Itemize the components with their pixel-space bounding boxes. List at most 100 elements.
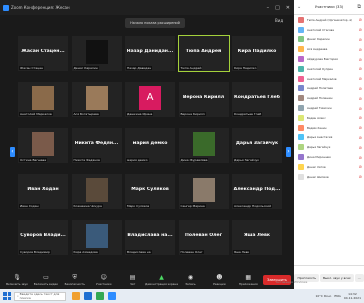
participant-row-name: Андрей Полешин <box>307 96 333 101</box>
chat-button[interactable]: ▤ Чат <box>119 274 147 286</box>
chat-icon: ▤ <box>129 273 136 281</box>
maximize-icon[interactable]: □ <box>275 5 280 11</box>
participant-tile[interactable]: Дина Журавлёва <box>178 128 229 163</box>
participant-tile[interactable]: Кира Падилко Кира Падилко <box>232 36 282 71</box>
mute-all-button[interactable]: Выкл. звук у всех <box>319 273 354 282</box>
participant-row[interactable]: Анатолий Стасова ⊘ <box>294 25 364 35</box>
participant-row-name: Дина Мирошник <box>307 155 332 160</box>
participant-label: Владислава на <box>126 250 152 254</box>
participant-tile[interactable]: Остина Вагшава <box>18 128 68 163</box>
participant-tile[interactable]: мария демко мария демко <box>125 128 175 163</box>
clock-date[interactable]: 04.11.2021 <box>344 296 361 300</box>
participant-tile[interactable]: Яша Левк Яша Левк <box>232 220 282 255</box>
avatar <box>298 114 304 121</box>
participants-button[interactable]: ☺ Участники <box>90 274 118 286</box>
zoom-taskbar-icon[interactable] <box>108 292 116 300</box>
participant-video <box>85 40 108 64</box>
chevron-down-icon[interactable]: ⌄ <box>297 4 301 10</box>
participant-name: Кира Падилко <box>237 49 277 54</box>
participant-row[interactable]: Анатолий Куприн ⊘ <box>294 64 364 74</box>
taskbar-search-input[interactable]: ⌕ Введите здесь текст для поиска <box>14 291 66 301</box>
prev-page-arrow-icon[interactable]: ‹ <box>10 147 15 157</box>
participant-row[interactable]: Тюпа Андрей (Организатор, я) ⊘ <box>294 15 364 25</box>
participant-tile[interactable]: Верона Кирилл Верона Кирилл <box>178 82 229 117</box>
participant-row[interactable]: Денис Карелин ⊘ <box>294 35 364 45</box>
record-button[interactable]: ◉ Запись <box>176 274 204 286</box>
participant-label: Кондратьев Глеб <box>233 112 263 116</box>
popout-icon[interactable]: ⧉ <box>357 4 361 10</box>
participant-tile[interactable]: Назар Данидан... Назар Давидан <box>125 36 175 71</box>
participant-tile[interactable]: Полеван Олег Полеван Олег <box>178 220 229 255</box>
participant-row[interactable]: Анатолий Маркалов ⊘ <box>294 74 364 84</box>
more-button[interactable]: ... <box>354 273 364 282</box>
file-explorer-icon[interactable] <box>72 292 80 300</box>
participant-row[interactable]: Дарья Загайчук ⊘ <box>294 142 364 152</box>
share-screen-button[interactable]: ▲ Демонстрация экрана <box>145 274 178 286</box>
avatar <box>298 105 304 112</box>
reactions-button[interactable]: ☻ Реакции <box>205 274 233 286</box>
participant-tile[interactable]: Марк Суляков Марк Суляков <box>125 174 175 209</box>
next-page-arrow-icon[interactable]: › <box>286 147 291 157</box>
avatar <box>298 56 304 63</box>
avatar <box>298 16 304 23</box>
participant-row[interactable]: Андрей Тимохин ⊘ <box>294 103 364 113</box>
participant-tile[interactable]: Кира Ахмедова <box>71 220 122 255</box>
participant-row-name: Бадин Алекс <box>307 115 326 120</box>
avatar <box>298 95 304 102</box>
camera-off-icon: ▭ <box>43 273 49 281</box>
edge-browser-icon[interactable] <box>84 292 92 300</box>
participant-tile[interactable]: Александр Под... Александр Подольский <box>232 174 282 209</box>
mic-muted-icon: ⊘ <box>358 66 362 72</box>
participant-row[interactable]: Дарья Анастасия ⊘ <box>294 133 364 143</box>
participant-tile[interactable]: Денис Карелин <box>71 36 122 71</box>
mic-muted-icon: ⊘ <box>358 56 362 62</box>
share-status-pill[interactable]: Начало показа расширений <box>125 18 185 28</box>
participant-tile[interactable]: Жасан Стацен... Жасан Стацен <box>18 36 68 71</box>
weather-text[interactable]: 10°C Ясно <box>315 294 331 298</box>
participant-tile[interactable]: Владислава на... Владислава на <box>125 220 175 255</box>
window-title: Zoom Конференция: Жесан <box>11 5 70 10</box>
security-button[interactable]: ⛨ Безопасность <box>61 274 89 286</box>
windows-start-icon[interactable] <box>3 292 11 300</box>
participant-row[interactable]: Бадин Алекс ⊘ <box>294 113 364 123</box>
participant-row[interactable]: Ася Андреева ⊘ <box>294 44 364 54</box>
participant-tile[interactable]: Тюпа Андрей Тюпа Андрей <box>177 35 230 72</box>
apps-button[interactable]: ▦ Приложения <box>234 274 262 286</box>
participant-tile[interactable]: Ася Богатырева <box>71 82 122 117</box>
view-button[interactable]: Вид <box>275 18 283 23</box>
audio-button[interactable]: 🎙 Включить звук <box>3 274 31 286</box>
windows-activation-watermark: Активация Windows <box>276 280 308 284</box>
participant-tile[interactable]: Кожевина Чичура <box>71 174 122 209</box>
participant-tile[interactable]: Никита Федян... Никита Федянов <box>71 128 122 163</box>
participant-row[interactable]: Андрей Полетаев ⊘ <box>294 84 364 94</box>
avatar <box>298 26 304 33</box>
system-tray: 10°C Ясно ENG 14:32 04.11.2021 <box>315 292 364 300</box>
participant-tile[interactable]: Сенгер Марина <box>178 174 229 209</box>
mic-muted-icon: ⊘ <box>358 95 362 101</box>
participant-label: Марк Суляков <box>126 204 151 208</box>
participant-label: Александр Подольский <box>233 204 273 208</box>
participant-row-name: Ася Андреева <box>307 47 328 52</box>
video-button[interactable]: ▭ Включить видео <box>32 274 60 286</box>
participant-row[interactable]: Денис Хатов ⊘ <box>294 162 364 172</box>
participant-row[interactable]: Андрей Полешин ⊘ <box>294 93 364 103</box>
participant-tile[interactable]: Суворов Влади... Суворов Владимир <box>18 220 68 255</box>
participant-name: Верона Кирилл <box>182 95 225 100</box>
participant-row[interactable]: Айдаурова Виктория ⊘ <box>294 54 364 64</box>
participant-tile[interactable]: Кондратьев Глеб Кондратьев Глеб <box>232 82 282 117</box>
chrome-icon[interactable] <box>96 292 104 300</box>
avatar <box>298 75 304 82</box>
participant-row[interactable]: Вадим Ханин ⊘ <box>294 123 364 133</box>
participant-row-name: Андрей Тимохин <box>307 106 332 111</box>
people-icon: ☺ <box>100 273 107 281</box>
participant-tile[interactable]: Дарья Загайчук Дарья Загайчук <box>232 128 282 163</box>
language-indicator[interactable]: ENG <box>334 294 340 298</box>
participant-row[interactable]: Дина Мирошник ⊘ <box>294 152 364 162</box>
participant-row[interactable]: Денис Шилков ⊘ <box>294 172 364 182</box>
minimize-icon[interactable]: – <box>267 5 270 11</box>
participant-tile[interactable]: Иван Ходан Иван Ходан <box>18 174 68 209</box>
avatar <box>298 154 304 161</box>
close-icon[interactable]: ✕ <box>286 5 290 11</box>
participant-tile[interactable]: A Дашкина Ирина <box>125 82 175 117</box>
participant-tile[interactable]: Анатолий Маркалов <box>18 82 68 117</box>
